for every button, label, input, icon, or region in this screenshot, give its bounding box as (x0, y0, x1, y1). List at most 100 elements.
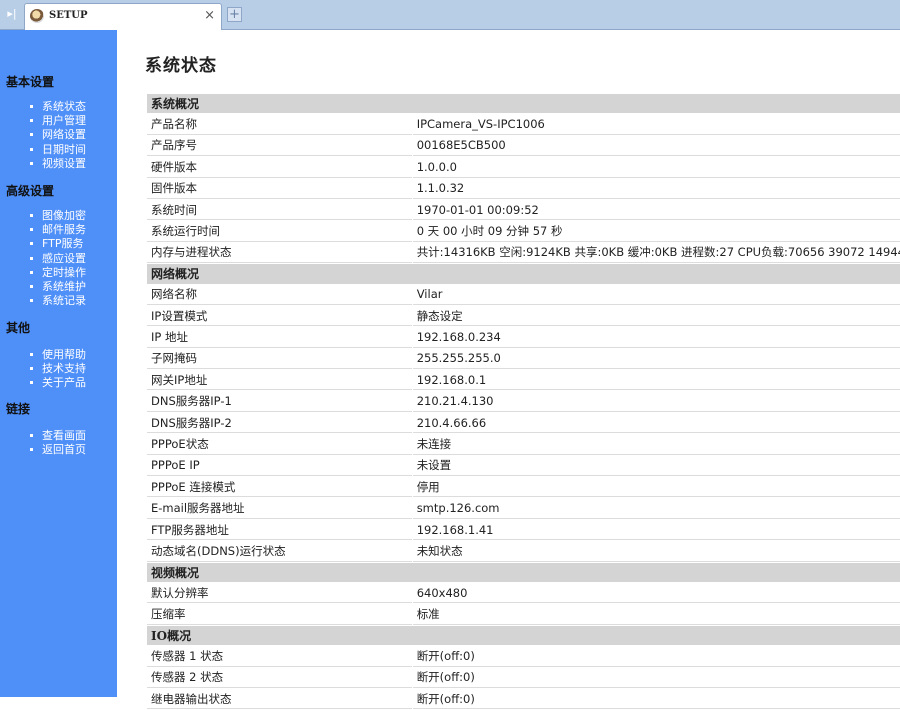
row-label: FTP服务器地址 (147, 520, 412, 541)
table-row: 默认分辨率 640x480 (147, 583, 900, 604)
row-value: 210.4.66.66 (412, 413, 900, 434)
sidebar-section-basic: 基本设置 系统状态 用户管理 网络设置 日期时间 视频设置 (0, 74, 117, 171)
row-label: 继电器输出状态 (147, 689, 412, 710)
tab-setup[interactable]: SETUP × (24, 3, 222, 30)
table-row: IP 地址 192.168.0.234 (147, 327, 900, 348)
table-row: PPPoE状态 未连接 (147, 434, 900, 455)
row-label: 系统时间 (147, 200, 412, 221)
sidebar-item-system-status[interactable]: 系统状态 (0, 100, 117, 114)
row-label: IP 地址 (147, 327, 412, 348)
table-row: DNS服务器IP-1 210.21.4.130 (147, 391, 900, 412)
row-label: 系统运行时间 (147, 221, 412, 242)
sidebar-item-network-settings[interactable]: 网络设置 (0, 128, 117, 142)
bullet-icon (30, 448, 33, 452)
group-title: 网络概况 (147, 264, 900, 284)
browser-tab-bar: ▸| SETUP × + (0, 0, 900, 30)
row-label: DNS服务器IP-2 (147, 413, 412, 434)
tab-title: SETUP (49, 10, 88, 21)
table-row: 传感器 2 状态 断开(off:0) (147, 668, 900, 688)
row-label: PPPoE 连接模式 (147, 477, 412, 498)
bullet-icon (30, 284, 33, 288)
sidebar-item-sensor-settings[interactable]: 感应设置 (0, 252, 117, 266)
sidebar-item-tech-support[interactable]: 技术支持 (0, 362, 117, 376)
row-label: 硬件版本 (147, 157, 412, 178)
close-icon[interactable]: × (204, 8, 215, 23)
table-row: PPPoE IP 未设置 (147, 456, 900, 477)
sidebar-section-links: 链接 查看画面 返回首页 (0, 401, 117, 457)
group-header-row: IO概况 (147, 625, 900, 646)
row-value: 共计:14316KB 空闲:9124KB 共享:0KB 缓冲:0KB 进程数:2… (412, 243, 900, 264)
table-row: DNS服务器IP-2 210.4.66.66 (147, 413, 900, 434)
section-heading: 基本设置 (6, 75, 55, 89)
row-label: 网络名称 (147, 285, 412, 305)
table-row: 子网掩码 255.255.255.0 (147, 349, 900, 370)
table-row: 产品序号 00168E5CB500 (147, 136, 900, 157)
bullet-icon (30, 147, 33, 151)
row-value: 00168E5CB500 (412, 136, 900, 157)
row-value: 0 天 00 小时 09 分钟 57 秒 (412, 221, 900, 242)
row-label: 产品名称 (147, 114, 412, 135)
sidebar: 基本设置 系统状态 用户管理 网络设置 日期时间 视频设置 高级设置 图像加密 … (0, 30, 117, 697)
group-title: 系统概况 (147, 94, 900, 114)
row-label: 内存与进程状态 (147, 243, 412, 264)
row-value: 停用 (412, 477, 900, 498)
section-heading: 高级设置 (6, 184, 55, 198)
sidebar-item-ftp-service[interactable]: FTP服务 (0, 237, 117, 251)
row-label: 产品序号 (147, 136, 412, 157)
table-row: E-mail服务器地址 smtp.126.com (147, 498, 900, 519)
bullet-icon (30, 161, 33, 165)
row-label: E-mail服务器地址 (147, 498, 412, 519)
arrow-right-icon[interactable]: ▸| (2, 5, 22, 23)
row-value: 255.255.255.0 (412, 349, 900, 370)
bullet-icon (30, 214, 33, 217)
table-row: 传感器 1 状态 断开(off:0) (147, 646, 900, 667)
sidebar-item-help[interactable]: 使用帮助 (0, 348, 117, 362)
row-value: 192.168.0.234 (412, 327, 900, 348)
page-title: 系统状态 (145, 56, 217, 76)
bullet-icon (30, 367, 33, 371)
row-value: 断开(off:0) (412, 668, 900, 688)
sidebar-item-date-time[interactable]: 日期时间 (0, 143, 117, 157)
row-label: 网关IP地址 (147, 370, 412, 391)
bullet-icon (30, 270, 33, 274)
sidebar-item-system-maintenance[interactable]: 系统维护 (0, 280, 117, 294)
bullet-icon (30, 105, 33, 108)
sidebar-item-video-settings[interactable]: 视频设置 (0, 157, 117, 171)
row-label: DNS服务器IP-1 (147, 391, 412, 412)
sidebar-item-scheduled-ops[interactable]: 定时操作 (0, 266, 117, 280)
sidebar-item-home[interactable]: 返回首页 (0, 443, 117, 457)
row-value: 210.21.4.130 (412, 391, 900, 412)
new-tab-button[interactable]: + (227, 7, 242, 22)
bullet-icon (30, 299, 33, 303)
bullet-icon (30, 242, 33, 246)
row-value: 192.168.0.1 (412, 370, 900, 391)
row-label: PPPoE状态 (147, 434, 412, 455)
table-row: 系统时间 1970-01-01 00:09:52 (147, 200, 900, 221)
row-value: smtp.126.com (412, 498, 900, 519)
sidebar-item-mail-service[interactable]: 邮件服务 (0, 223, 117, 237)
sidebar-item-user-management[interactable]: 用户管理 (0, 114, 117, 128)
row-label: 子网掩码 (147, 349, 412, 370)
sidebar-item-view-video[interactable]: 查看画面 (0, 429, 117, 443)
bullet-icon (30, 228, 33, 232)
sidebar-item-about[interactable]: 关于产品 (0, 376, 117, 390)
table-row: 网关IP地址 192.168.0.1 (147, 370, 900, 391)
row-value: 未连接 (412, 434, 900, 455)
row-value: 1970-01-01 00:09:52 (412, 200, 900, 221)
row-value: IPCamera_VS-IPC1006 (412, 114, 900, 135)
row-value: 640x480 (412, 583, 900, 604)
table-row: 硬件版本 1.0.0.0 (147, 157, 900, 178)
sidebar-item-system-log[interactable]: 系统记录 (0, 294, 117, 308)
table-row: 压缩率 标准 (147, 604, 900, 625)
sidebar-section-other: 其他 使用帮助 技术支持 关于产品 (0, 320, 117, 391)
bullet-icon (30, 256, 33, 260)
row-value: 未设置 (412, 456, 900, 477)
row-label: 传感器 1 状态 (147, 646, 412, 667)
group-title: 视频概况 (147, 562, 900, 582)
sidebar-item-image-encryption[interactable]: 图像加密 (0, 209, 117, 223)
status-table: 系统概况 产品名称 IPCamera_VS-IPC1006 产品序号 00168E5CB… (146, 93, 900, 710)
group-header-row: 视频概况 (147, 562, 900, 582)
row-value: 1.1.0.32 (412, 179, 900, 199)
table-row: IP设置模式 静态设定 (147, 306, 900, 327)
table-row: 内存与进程状态 共计:14316KB 空闲:9124KB 共享:0KB 缓冲:0K… (147, 243, 900, 264)
